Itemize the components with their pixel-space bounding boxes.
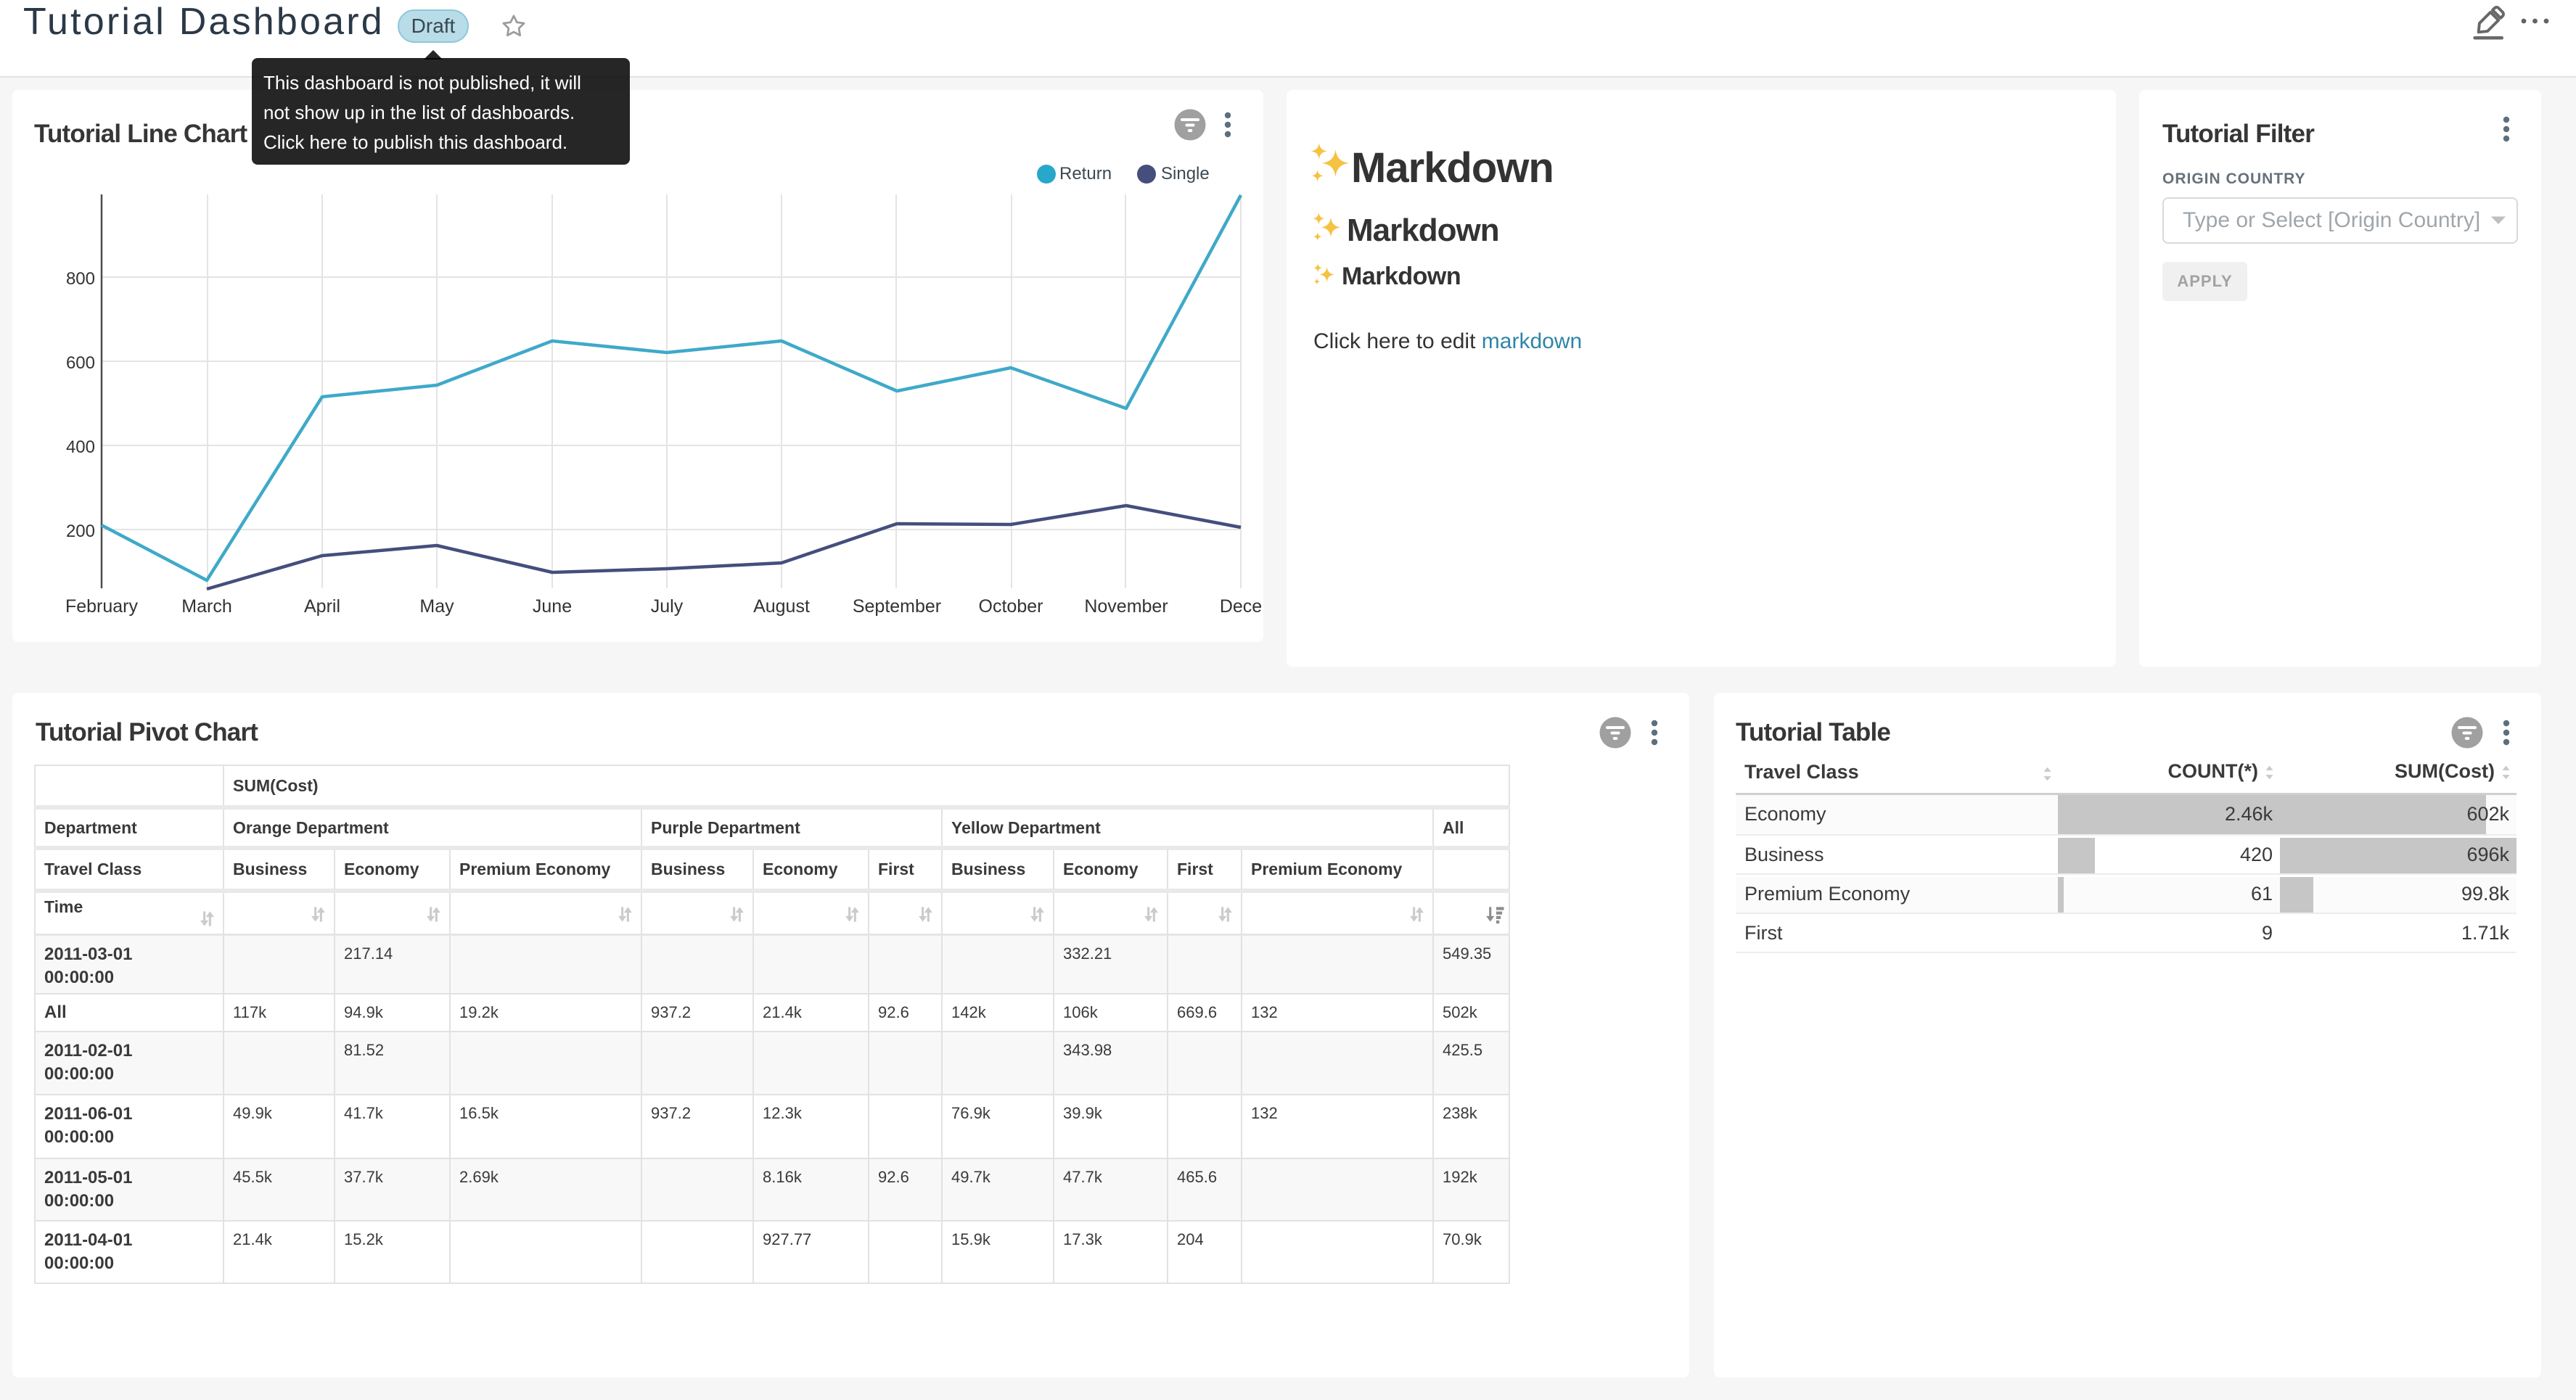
svg-text:May: May <box>419 596 454 617</box>
svg-text:March: March <box>181 596 231 617</box>
svg-text:September: September <box>853 596 941 617</box>
svg-text:200: 200 <box>66 522 95 541</box>
svg-text:August: August <box>753 596 810 617</box>
svg-text:October: October <box>979 596 1043 617</box>
svg-text:800: 800 <box>66 269 95 289</box>
svg-text:April: April <box>304 596 340 617</box>
svg-text:February: February <box>65 596 139 617</box>
svg-text:Dece: Dece <box>1220 596 1262 617</box>
svg-text:July: July <box>651 596 684 617</box>
svg-text:June: June <box>533 596 572 617</box>
svg-text:November: November <box>1084 596 1168 617</box>
svg-text:600: 600 <box>66 353 95 373</box>
svg-text:400: 400 <box>66 437 95 457</box>
